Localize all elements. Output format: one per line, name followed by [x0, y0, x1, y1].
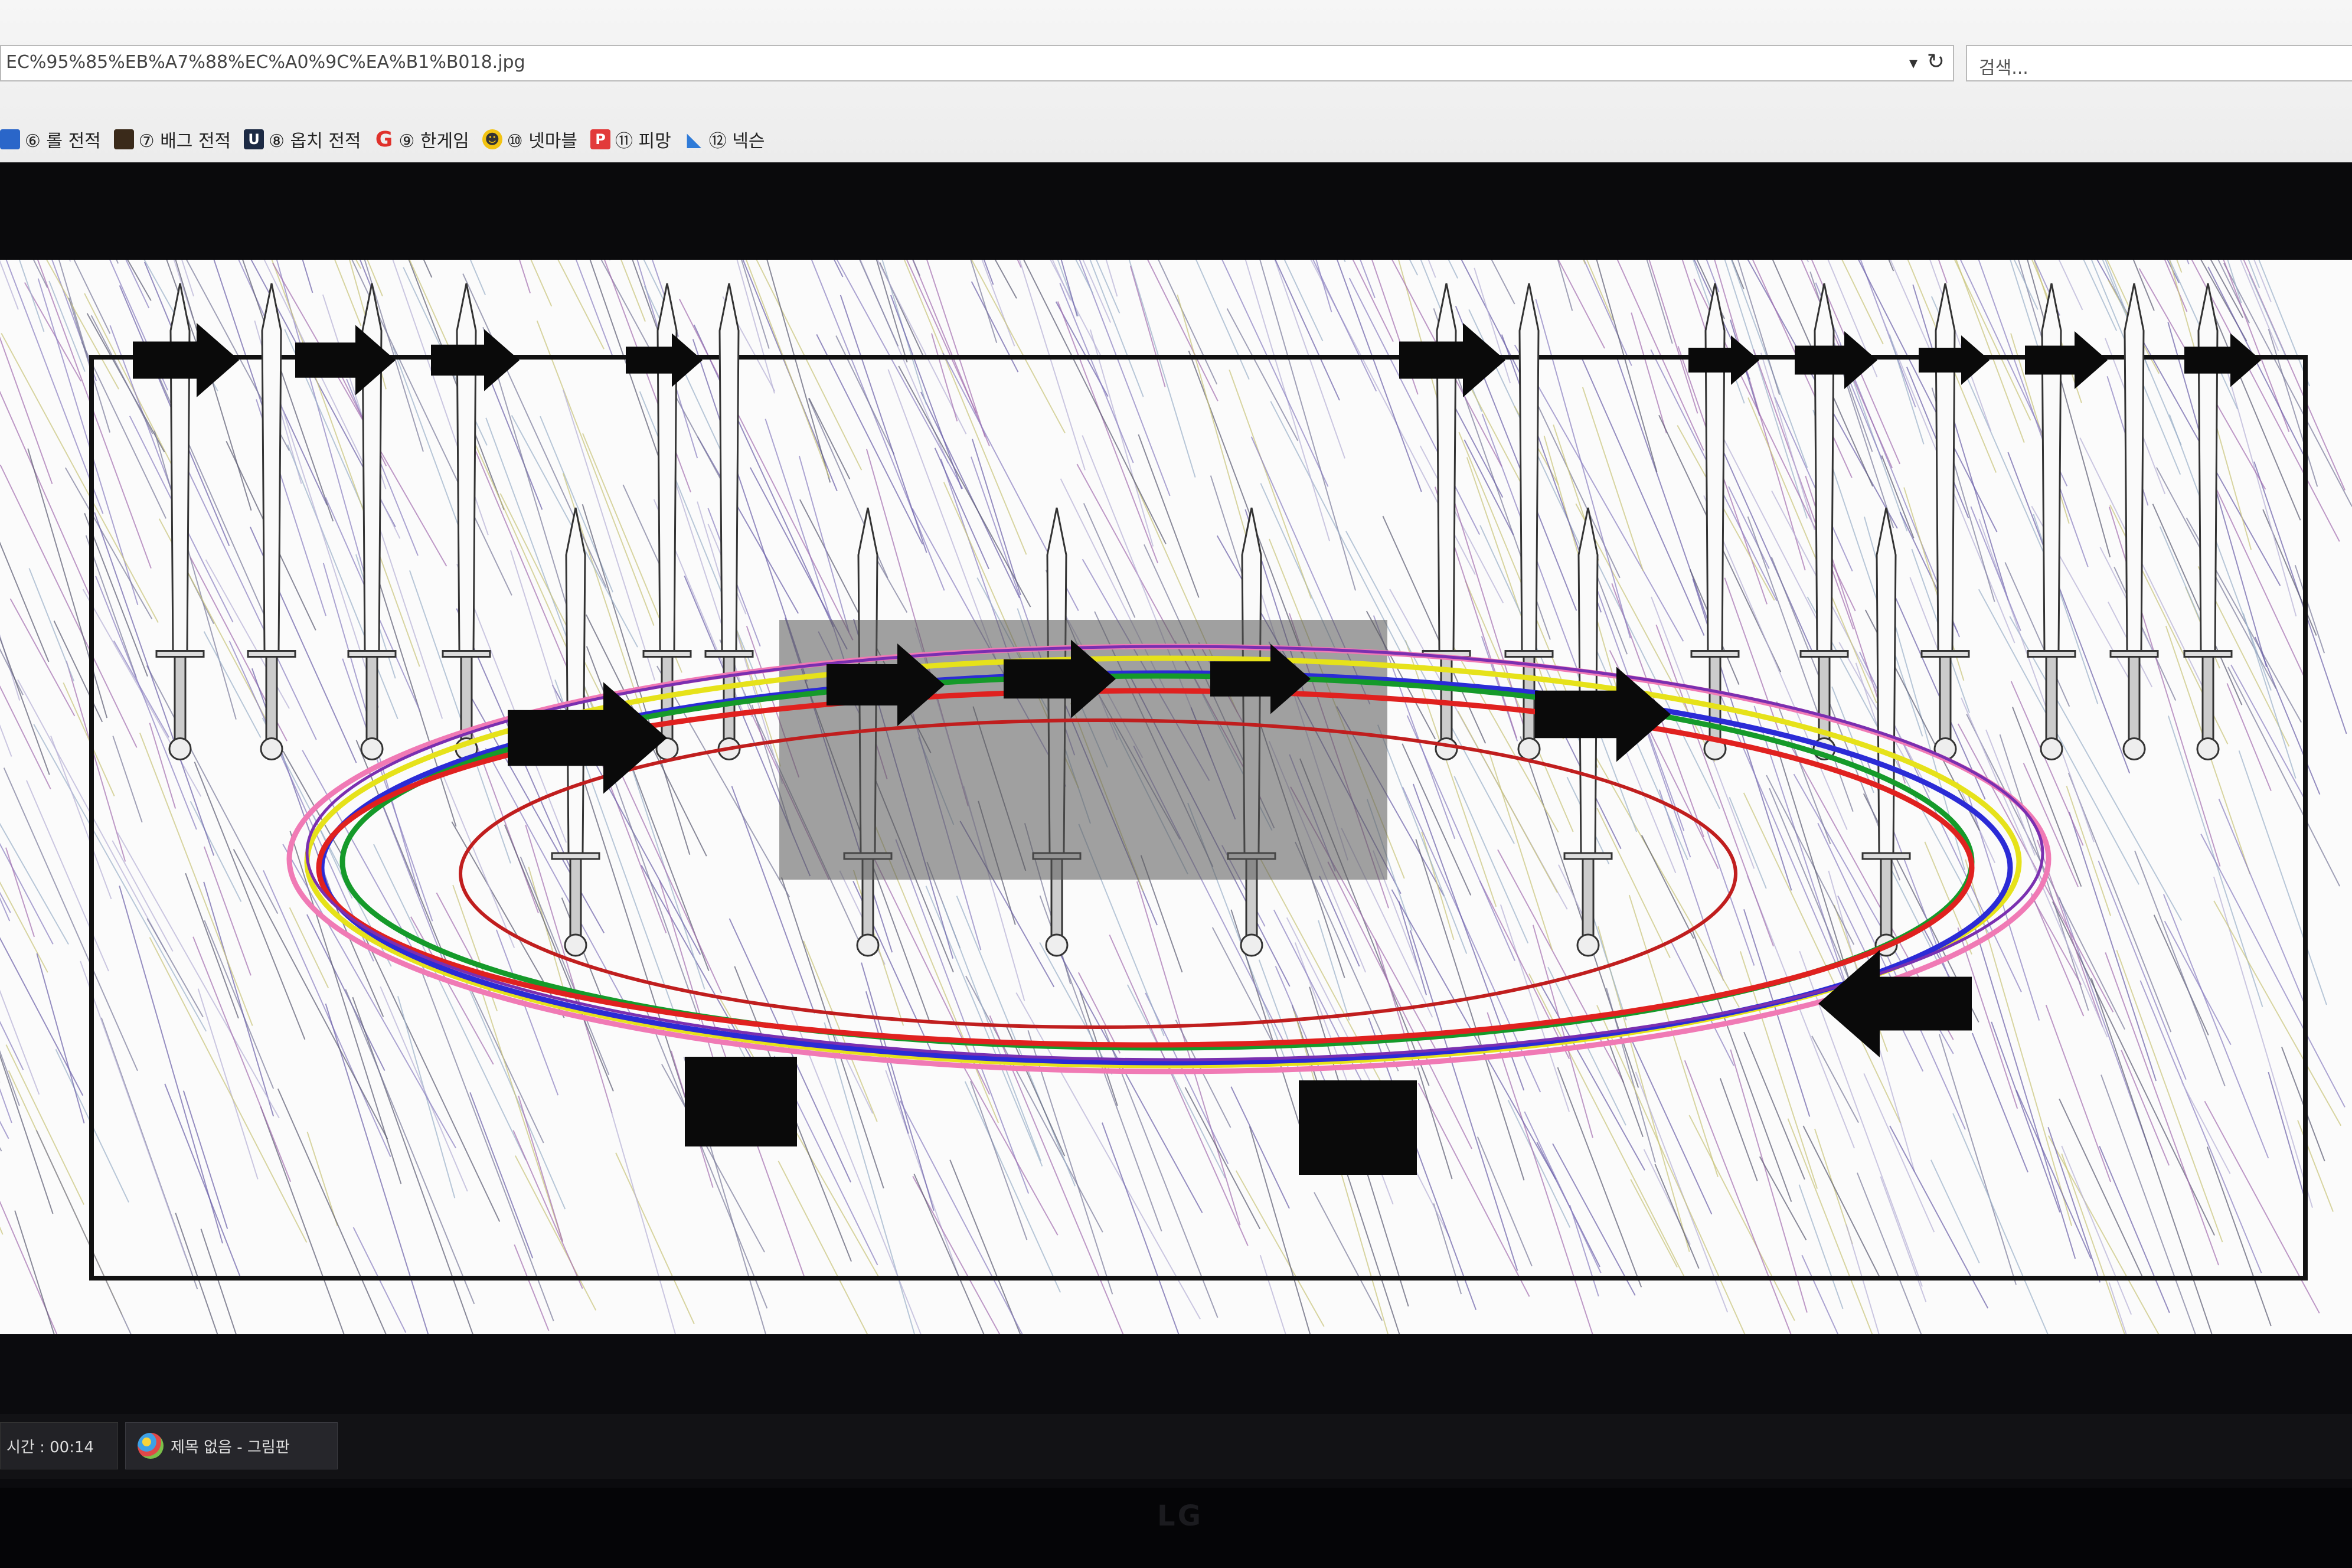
bookmark-label: ⑩ 넷마블 — [507, 131, 577, 152]
browser-chrome: EC%95%85%EB%A7%88%EC%A0%9C%EA%B1%B018.jp… — [0, 0, 2352, 164]
arrow-icon — [2025, 331, 2108, 389]
bookmark-hangame[interactable]: G ⑨ 한게임 — [374, 126, 469, 152]
pubg-icon — [113, 129, 134, 149]
overwatch-icon: U — [244, 129, 264, 149]
address-text: EC%95%85%EB%A7%88%EC%A0%9C%EA%B1%B018.jp… — [6, 52, 525, 73]
netmarble-icon: ☻ — [482, 129, 502, 149]
lg-logo: LG — [1157, 1500, 1203, 1533]
black-blot — [685, 1057, 797, 1146]
paint-window-title: 제목 없음 - 그림판 — [171, 1438, 290, 1456]
search-box[interactable]: 검색... — [1966, 45, 2352, 81]
taskbar-clock: 시간 : 00:14 — [0, 1422, 118, 1469]
dropdown-icon[interactable]: ▾ — [1909, 53, 1917, 73]
hangame-icon: G — [375, 127, 393, 152]
bookmark-label: ⑫ 넥슨 — [708, 131, 765, 152]
bookmark-pmang[interactable]: P ⑪ 피망 — [590, 126, 671, 152]
lol-icon — [0, 129, 20, 149]
paint-icon — [138, 1433, 164, 1459]
nexon-icon: ◣ — [687, 128, 702, 151]
monitor-screen: EC%95%85%EB%A7%88%EC%A0%9C%EA%B1%B018.jp… — [0, 0, 2352, 1488]
page-margin — [0, 162, 2352, 260]
taskbar-paint-window[interactable]: 제목 없음 - 그림판 — [125, 1422, 338, 1469]
bookmark-pubg[interactable]: ⑦ 배그 전적 — [113, 126, 231, 152]
refresh-icon[interactable]: ↻ — [1927, 50, 1945, 74]
bookmark-label: ⑧ 옵치 전적 — [269, 131, 361, 152]
bookmark-label: ⑥ 롤 전적 — [25, 131, 101, 152]
bookmark-label: ⑨ 한게임 — [398, 131, 469, 152]
bookmark-netmarble[interactable]: ☻ ⑩ 넷마블 — [482, 126, 577, 152]
pmang-icon: P — [590, 129, 610, 149]
bookmark-nexon[interactable]: ◣ ⑫ 넥슨 — [684, 126, 765, 152]
search-placeholder: 검색... — [1979, 58, 2028, 79]
taskbar: 시간 : 00:14 제목 없음 - 그림판 — [0, 1414, 2352, 1479]
bookmark-label: ⑦ 배그 전적 — [138, 131, 231, 152]
bookmarks-bar: ⑥ 롤 전적 ⑦ 배그 전적 U ⑧ 옵치 전적 G ⑨ 한게임 ☻ ⑩ 넷마블… — [0, 122, 765, 157]
bookmark-label: ⑪ 피망 — [615, 131, 671, 152]
bookmark-overwatch[interactable]: U ⑧ 옵치 전적 — [244, 126, 361, 152]
black-blot — [1299, 1080, 1417, 1175]
image-canvas[interactable] — [0, 260, 2352, 1334]
bookmark-lol[interactable]: ⑥ 롤 전적 — [0, 126, 101, 152]
sword-drawing — [0, 260, 2352, 1334]
sword-sketch — [247, 283, 296, 760]
address-bar[interactable]: EC%95%85%EB%A7%88%EC%A0%9C%EA%B1%B018.jp… — [0, 45, 1954, 81]
arrow-icon — [2184, 333, 2261, 387]
